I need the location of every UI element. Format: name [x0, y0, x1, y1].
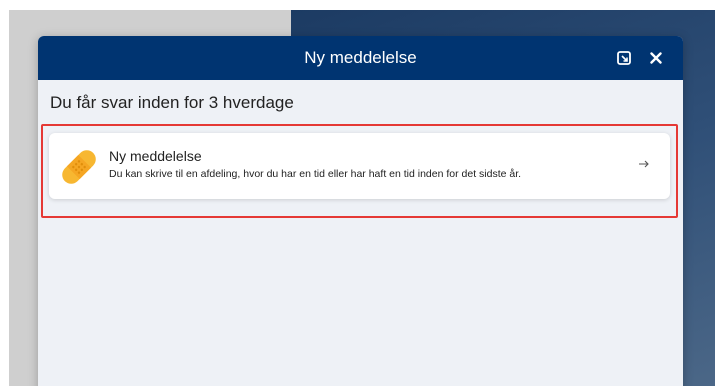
option-title: Ny meddelelse	[109, 148, 202, 164]
close-icon	[650, 52, 662, 64]
new-message-dialog: Ny meddelelse Du får svar inden for 3 hv…	[38, 36, 683, 386]
expand-button[interactable]	[614, 48, 634, 68]
close-button[interactable]	[646, 48, 666, 68]
expand-icon	[617, 51, 631, 65]
arrow-right-icon	[639, 160, 649, 168]
screen-background: Ny meddelelse Du får svar inden for 3 hv…	[9, 10, 715, 386]
dialog-titlebar: Ny meddelelse	[38, 36, 683, 80]
bandage-icon	[62, 150, 96, 184]
response-time-heading: Du får svar inden for 3 hverdage	[50, 93, 294, 112]
option-description: Du kan skrive til en afdeling, hvor du h…	[109, 168, 522, 180]
dialog-title: Ny meddelelse	[304, 48, 417, 67]
new-message-option[interactable]: Ny meddelelse Du kan skrive til en afdel…	[49, 133, 670, 199]
